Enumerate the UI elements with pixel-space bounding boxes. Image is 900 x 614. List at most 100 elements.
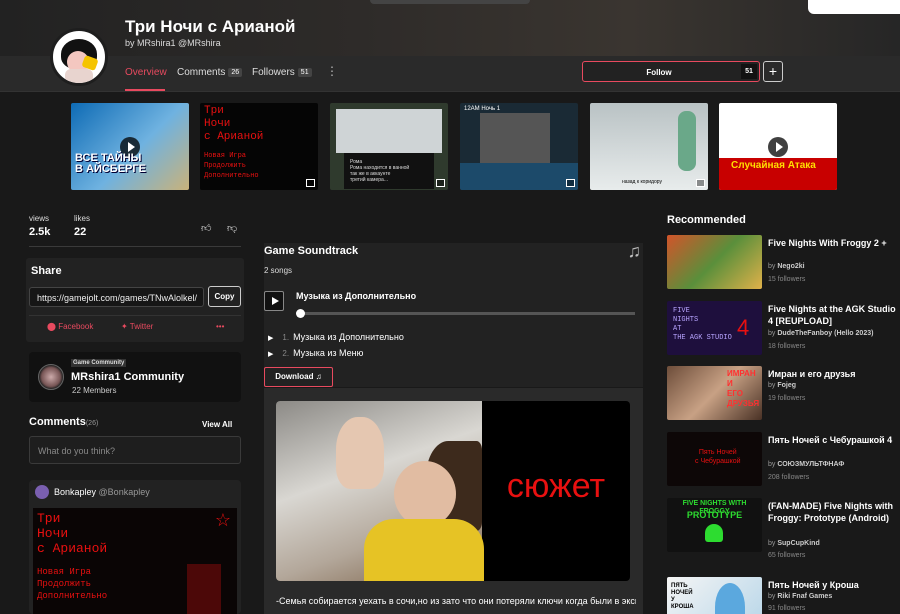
recommended-thumb[interactable]: ПЯТЬ НОЧЕЙ У КРОША <box>667 577 762 614</box>
game-title: Три Ночи с Арианой <box>125 17 296 36</box>
thumb-label: 12AM Ночь 1 <box>464 106 501 112</box>
copy-button[interactable]: Copy <box>208 286 241 307</box>
play-button[interactable] <box>264 291 284 311</box>
recommended-title[interactable]: (FAN-MADE) Five Nights with Froggy: Prot… <box>768 500 896 524</box>
view-all-comments-button[interactable]: View All <box>202 420 232 429</box>
views-value: 2.5k <box>29 226 51 238</box>
follow-count: 51 <box>741 64 757 79</box>
recommended-author[interactable]: by СОЮЗМУЛЬТФНАФ <box>768 461 844 468</box>
author-name: Nego2ki <box>777 263 805 270</box>
more-options-icon[interactable]: ⋮ <box>326 64 338 78</box>
author-name: Riki Fnaf Games <box>777 593 833 600</box>
recommended-title[interactable]: Пять Ночей у Кроша <box>768 579 896 591</box>
by-label: by <box>768 330 776 337</box>
community-card[interactable]: Game Community MRshira1 Community 22 Mem… <box>29 352 241 402</box>
comment-input[interactable]: What do you think? <box>29 436 241 464</box>
media-thumb-menu[interactable]: Три Ночи с Арианой Новая Игра Продолжить… <box>200 103 318 190</box>
description-text: -Семья собирается уехать в сочи,но из за… <box>276 596 636 606</box>
share-url-input[interactable]: https://gamejolt.com/games/TNwAlolkel/ <box>29 287 204 307</box>
recommended-item[interactable]: Five Nights With Froggy 2 + by Nego2ki 1… <box>667 235 900 289</box>
media-thumb-video-2[interactable]: Случайная Атака <box>719 103 837 190</box>
play-small-icon: ▶ <box>268 335 274 342</box>
thumb-text: PROTOTYPE <box>686 510 743 520</box>
thumb-number: 4 <box>737 315 750 340</box>
developer-avatar[interactable] <box>50 28 108 86</box>
comment-image[interactable]: Три Ночи с Арианой Новая Игра Продолжить… <box>33 508 237 614</box>
divider <box>29 246 241 247</box>
developer-byline[interactable]: by MRshira1 @MRshira <box>125 38 221 48</box>
recommended-author[interactable]: by Riki Fnaf Games <box>768 593 832 600</box>
by-label: by <box>768 263 776 270</box>
dialog-text: Рома находится в ванной так же в аккаунт… <box>350 165 410 183</box>
recommended-title[interactable]: Five Nights at the AGK Studio 4 [REUPLOA… <box>768 303 896 327</box>
track-number: 2. <box>282 349 290 358</box>
media-thumb-video[interactable]: ВСЕ ТАЙНЫ В АЙСБЕРГЕ <box>71 103 189 190</box>
share-twitter-link[interactable]: ✦ Twitter <box>121 322 153 331</box>
recommended-item[interactable]: Пять Ночей с Чебурашкой Пять Ночей с Чеб… <box>667 432 900 486</box>
by-label: by <box>768 540 776 547</box>
photo-hand <box>336 417 384 489</box>
recommended-author[interactable]: by Fojeg <box>768 382 796 389</box>
tab-followers[interactable]: Followers 51 <box>252 67 312 78</box>
recommended-author[interactable]: by Nego2ki <box>768 263 805 270</box>
track-title: Музыка из Меню <box>293 348 364 358</box>
track-number: 1. <box>282 333 290 342</box>
page: Три Ночи с Арианой by MRshira1 @MRshira … <box>0 0 900 614</box>
media-thumb-office[interactable]: 12AM Ночь 1 <box>460 103 578 190</box>
thumbs-down-icon[interactable]: 👎︎ <box>227 222 237 234</box>
recommended-thumb[interactable]: FIVE NIGHTS AT THE AGK STUDIO 4 <box>667 301 762 355</box>
recommended-item[interactable]: FIVE NIGHTS WITH FROGGY PROTOTYPE (FAN-M… <box>667 498 900 559</box>
tab-count: 51 <box>297 68 312 77</box>
add-to-playlist-button[interactable]: + <box>763 61 783 82</box>
download-soundtrack-button[interactable]: Download ♫ <box>264 367 333 387</box>
progress-handle[interactable] <box>296 309 305 318</box>
share-more-button[interactable]: ••• <box>216 322 224 331</box>
thumb-text: FIVE NIGHTS AT THE AGK STUDIO <box>673 307 732 342</box>
photo-shirt <box>364 519 484 581</box>
media-thumb-hallway[interactable]: назад к коридору <box>590 103 708 190</box>
comments-count: (26) <box>85 420 99 427</box>
thumbs-up-icon[interactable]: 👍︎ <box>201 222 211 234</box>
by-label: by <box>768 461 776 468</box>
tab-comments[interactable]: Comments 26 <box>177 67 243 78</box>
thumb-dialog-text: Рома Рома находится в ванной так же в акк… <box>350 159 409 183</box>
recommended-thumb[interactable]: FIVE NIGHTS WITH FROGGY PROTOTYPE <box>667 498 762 552</box>
search-box-stub[interactable] <box>808 0 900 14</box>
recommended-item[interactable]: ИМРАН И ЕГО ДРУЗЬЯ Имран и его друзья by… <box>667 366 900 420</box>
gallery-icon <box>306 179 315 187</box>
recommended-title[interactable]: Имран и его друзья <box>768 368 896 380</box>
recommended-item[interactable]: FIVE NIGHTS AT THE AGK STUDIO 4 Five Nig… <box>667 301 900 355</box>
commenter-avatar[interactable] <box>35 485 49 499</box>
twitter-icon: ✦ <box>121 322 128 331</box>
thumb-panel <box>336 109 442 153</box>
photo-face <box>394 461 456 527</box>
gallery-icon <box>566 179 575 187</box>
track-item[interactable]: ▶ 2. Музыка из Меню <box>268 348 363 358</box>
recommended-title[interactable]: Пять Ночей с Чебурашкой 4 <box>768 434 896 446</box>
recommended-followers: 208 followers <box>768 474 810 481</box>
recommended-title[interactable]: Five Nights With Froggy 2 + <box>768 237 896 249</box>
media-thumb-dialog[interactable]: Рома Рома находится в ванной так же в акк… <box>330 103 448 190</box>
commenter-name[interactable]: Bonkapley @Bonkapley <box>54 487 150 497</box>
commenter-username: Bonkapley <box>54 487 97 497</box>
recommended-item[interactable]: ПЯТЬ НОЧЕЙ У КРОША Пять Ночей у Кроша by… <box>667 577 900 614</box>
tab-label: Followers <box>252 67 295 78</box>
track-progress-slider[interactable] <box>296 309 635 318</box>
recommended-author[interactable]: by DudeTheFanboy (Hello 2023) <box>768 330 873 337</box>
track-item[interactable]: ▶ 1. Музыка из Дополнительно <box>268 332 404 342</box>
thumb-figure <box>678 111 696 171</box>
thumb-figure <box>715 583 745 614</box>
recommended-thumb[interactable]: Пять Ночей с Чебурашкой <box>667 432 762 486</box>
follow-button[interactable]: Follow 51 <box>582 61 760 82</box>
tab-overview[interactable]: Overview <box>125 67 167 78</box>
top-bar-stub <box>370 0 530 4</box>
recommended-author[interactable]: by SupCupKind <box>768 540 820 547</box>
soundtrack-card: Game Soundtrack 2 songs ♫ Музыка из Допо… <box>264 241 643 387</box>
author-name: Fojeg <box>777 382 797 389</box>
share-facebook-link[interactable]: ⬤ Facebook <box>47 322 93 331</box>
play-icon <box>768 136 788 157</box>
recommended-thumb[interactable]: ИМРАН И ЕГО ДРУЗЬЯ <box>667 366 762 420</box>
tab-count: 26 <box>228 68 243 77</box>
twitter-label: Twitter <box>129 322 154 331</box>
recommended-thumb[interactable] <box>667 235 762 289</box>
